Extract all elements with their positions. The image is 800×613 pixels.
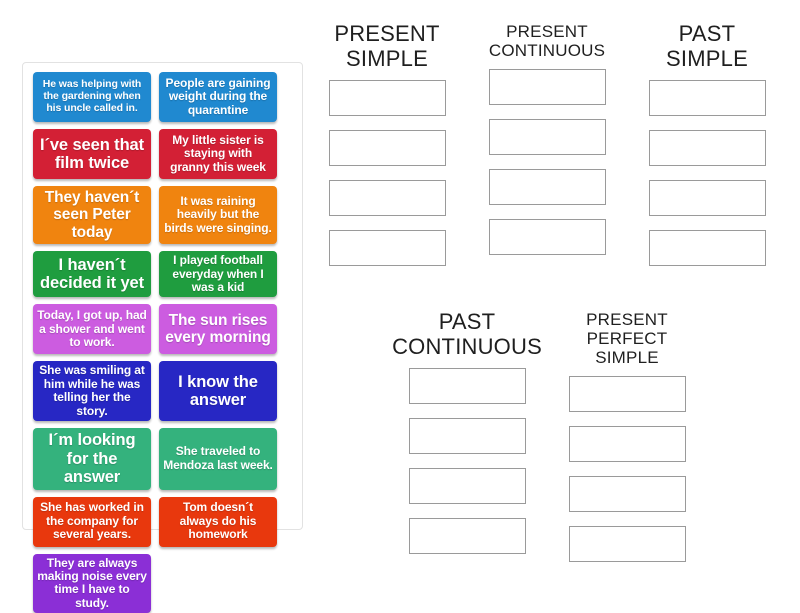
sentence-card-label: People are gaining weight during the qua…	[165, 75, 271, 117]
group-column: PRESENT CONTINUOUS	[488, 22, 606, 266]
drop-slot[interactable]	[408, 468, 526, 505]
drop-slot[interactable]	[568, 426, 686, 463]
sentence-card[interactable]: They haven´t seen Peter today	[33, 186, 151, 245]
drop-slot[interactable]	[408, 368, 526, 405]
sentence-card-label: I played football everyday when I was a …	[172, 253, 264, 294]
sentence-card[interactable]: People are gaining weight during the qua…	[159, 72, 277, 122]
drop-slot[interactable]	[408, 418, 526, 455]
drop-slot[interactable]	[568, 526, 686, 563]
sentence-card[interactable]: They are always making noise every time …	[33, 553, 151, 613]
sentence-card[interactable]: It was raining heavily but the birds wer…	[159, 186, 277, 245]
group-title: PRESENT PERFECT SIMPLE	[586, 310, 668, 368]
sentence-card-label: They haven´t seen Peter today	[44, 189, 140, 241]
sentence-card[interactable]: He was helping with the gardening when h…	[33, 72, 151, 122]
sentence-card[interactable]: I´m looking for the answer	[33, 428, 151, 490]
sentence-card[interactable]: Tom doesn´t always do his homework	[159, 496, 277, 547]
card-bank-grid: He was helping with the gardening when h…	[33, 72, 293, 613]
sentence-card-label: I haven´t decided it yet	[39, 255, 145, 293]
card-bank-panel: He was helping with the gardening when h…	[22, 62, 303, 613]
drop-slot[interactable]	[568, 476, 686, 513]
drop-slot[interactable]	[328, 180, 446, 217]
sentence-card[interactable]: She traveled to Mendoza last week.	[159, 428, 277, 490]
drop-slot[interactable]	[648, 130, 766, 167]
drop-slot[interactable]	[328, 130, 446, 167]
group-column: PAST SIMPLE	[648, 21, 766, 267]
sentence-card-label: I´ve seen that film twice	[39, 135, 145, 172]
drop-slot[interactable]	[408, 518, 526, 555]
drop-slot[interactable]	[648, 80, 766, 117]
group-title: PAST SIMPLE	[666, 21, 748, 71]
sentence-card-label: He was helping with the gardening when h…	[42, 78, 142, 114]
sentence-card[interactable]: I´ve seen that film twice	[33, 129, 151, 179]
sentence-card[interactable]: My little sister is staying with granny …	[159, 129, 277, 179]
sentence-card-label: Tom doesn´t always do his homework	[179, 500, 257, 542]
group-columns-top: PRESENT SIMPLE PRESENT CONTINUOUS PAST SIM…	[328, 21, 788, 267]
drop-slot[interactable]	[328, 230, 446, 267]
sentence-card-label: They are always making noise every time …	[37, 555, 147, 610]
drop-slot[interactable]	[488, 119, 606, 156]
sentence-card-label: It was raining heavily but the birds wer…	[164, 193, 272, 235]
sentence-card-label: She has worked in the company for severa…	[40, 500, 144, 542]
drop-slot[interactable]	[328, 80, 446, 117]
sentence-card-label: Today, I got up, had a shower and went t…	[37, 308, 147, 350]
sentence-card[interactable]: I know the answer	[159, 361, 277, 422]
sentence-card[interactable]: I haven´t decided it yet	[33, 251, 151, 298]
sentence-card-label: She traveled to Mendoza last week.	[163, 444, 273, 472]
sentence-card[interactable]: She has worked in the company for severa…	[33, 496, 151, 547]
sentence-card[interactable]: Today, I got up, had a shower and went t…	[33, 304, 151, 355]
sentence-card[interactable]: She was smiling at him while he was tell…	[33, 361, 151, 422]
group-columns-bottom: PAST CONTINUOUS PRESENT PERFECT SIMPLE	[392, 309, 708, 563]
group-title: PRESENT CONTINUOUS	[488, 22, 606, 61]
sentence-card[interactable]: The sun rises every morning	[159, 304, 277, 355]
drop-slot[interactable]	[488, 169, 606, 206]
group-column: PAST CONTINUOUS	[392, 309, 542, 562]
group-column: PRESENT SIMPLE	[328, 21, 446, 267]
sentence-card-label: My little sister is staying with granny …	[170, 132, 266, 174]
drop-slot[interactable]	[648, 230, 766, 267]
sentence-card[interactable]: I played football everyday when I was a …	[159, 251, 277, 298]
drop-slot[interactable]	[488, 69, 606, 106]
drop-slot[interactable]	[648, 180, 766, 217]
group-title: PAST CONTINUOUS	[392, 309, 542, 359]
drop-slot[interactable]	[488, 219, 606, 256]
sentence-card-label: I´m looking for the answer	[48, 431, 136, 487]
group-title: PRESENT SIMPLE	[334, 21, 440, 71]
sentence-card-label: I know the answer	[178, 372, 258, 410]
sentence-card-label: She was smiling at him while he was tell…	[39, 363, 145, 418]
group-column: PRESENT PERFECT SIMPLE	[568, 310, 686, 563]
sentence-card-label: The sun rises every morning	[165, 312, 271, 347]
drop-slot[interactable]	[568, 376, 686, 413]
